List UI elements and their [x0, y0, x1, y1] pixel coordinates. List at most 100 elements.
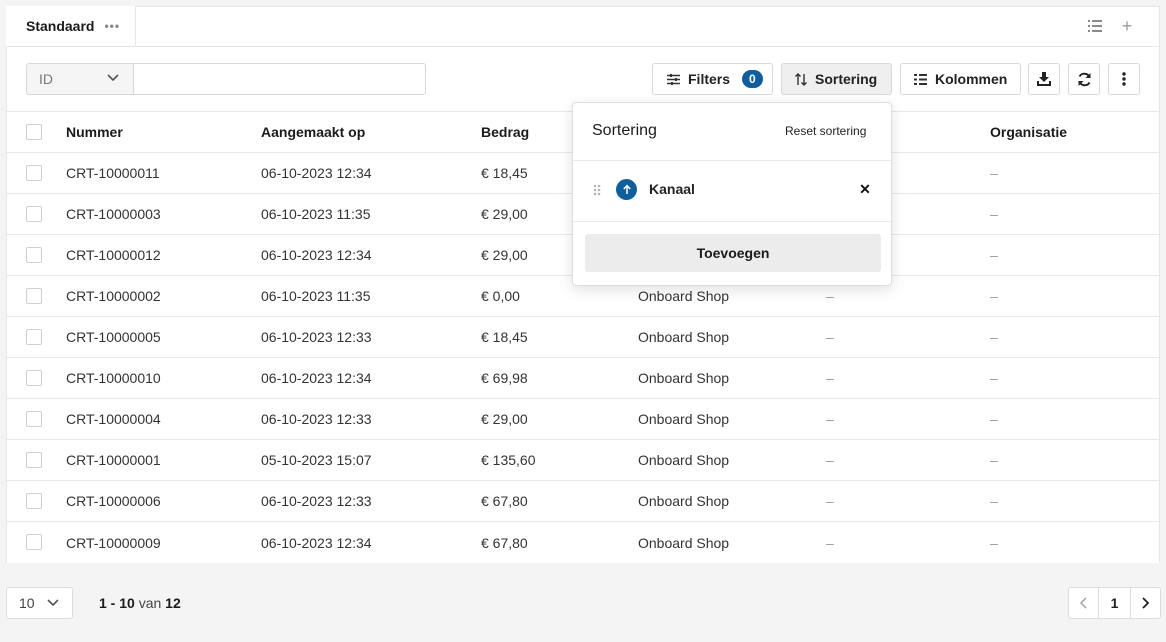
- close-icon[interactable]: ✕: [858, 180, 872, 198]
- sort-rule-label: Kanaal: [649, 181, 695, 197]
- cell-created: 06-10-2023 12:34: [261, 165, 372, 181]
- table-row[interactable]: CRT-10000005 06-10-2023 12:33 € 18,45 On…: [7, 317, 1159, 358]
- cell-created: 06-10-2023 12:33: [261, 411, 372, 427]
- download-button[interactable]: [1028, 63, 1060, 95]
- plus-icon[interactable]: +: [1118, 16, 1136, 36]
- cell-amount: € 67,80: [481, 493, 528, 509]
- cell-amount: € 0,00: [481, 288, 520, 304]
- table-row[interactable]: CRT-10000009 06-10-2023 12:34 € 67,80 On…: [7, 522, 1159, 563]
- cell-organisation: –: [990, 206, 998, 222]
- row-checkbox[interactable]: [26, 329, 42, 345]
- cell-amount: € 18,45: [481, 329, 528, 345]
- cell-created: 06-10-2023 11:35: [261, 288, 371, 304]
- refresh-icon: [1077, 72, 1092, 87]
- header-created[interactable]: Aangemaakt op: [261, 112, 365, 152]
- tab-standaard[interactable]: Standaard •••: [6, 6, 136, 46]
- tab-more-icon[interactable]: •••: [104, 19, 120, 33]
- table-row[interactable]: CRT-10000006 06-10-2023 12:33 € 67,80 On…: [7, 481, 1159, 522]
- reset-sort-link[interactable]: Reset sortering: [785, 124, 866, 138]
- cell-number: CRT-10000005: [66, 329, 161, 345]
- cell-number: CRT-10000002: [66, 288, 161, 304]
- cell-organisation: –: [990, 329, 998, 345]
- arrow-up-icon[interactable]: [616, 179, 637, 200]
- cell-channel: Onboard Shop: [638, 534, 730, 551]
- cell-organisation: –: [990, 288, 998, 304]
- cell-organisation: –: [990, 370, 998, 386]
- select-all-checkbox[interactable]: [26, 124, 42, 140]
- cell-number: CRT-10000011: [66, 165, 160, 181]
- cell-created: 06-10-2023 11:35: [261, 206, 371, 222]
- row-checkbox[interactable]: [26, 411, 42, 427]
- divider: [573, 221, 891, 222]
- table-row[interactable]: CRT-10000010 06-10-2023 12:34 € 69,98 On…: [7, 358, 1159, 399]
- range-start-end: 1 - 10: [99, 595, 135, 611]
- chevron-left-icon[interactable]: [1069, 588, 1099, 618]
- row-checkbox[interactable]: [26, 370, 42, 386]
- header-organisation[interactable]: Organisatie: [990, 112, 1067, 152]
- refresh-button[interactable]: [1068, 63, 1100, 95]
- cell-empty: –: [826, 452, 834, 468]
- cell-created: 06-10-2023 12:33: [261, 493, 372, 509]
- cell-amount: € 29,00: [481, 206, 528, 222]
- cell-channel: Onboard Shop: [638, 411, 730, 427]
- filter-icon: [667, 73, 680, 85]
- cell-empty: –: [826, 329, 834, 345]
- cell-number: CRT-10000004: [66, 411, 161, 427]
- header-amount[interactable]: Bedrag: [481, 112, 529, 152]
- range-total: 12: [165, 595, 181, 611]
- pagination-range: 1 - 10 van 12: [99, 595, 181, 611]
- tab-label: Standaard: [26, 18, 95, 34]
- cell-created: 06-10-2023 12:34: [261, 247, 372, 263]
- vertical-dots-icon: [1122, 72, 1126, 86]
- row-checkbox[interactable]: [26, 534, 42, 550]
- search-input[interactable]: [133, 63, 426, 95]
- cell-amount: € 29,00: [481, 247, 528, 263]
- cell-empty: –: [826, 370, 834, 386]
- more-options-button[interactable]: [1108, 63, 1140, 95]
- sort-popover-title: Sortering: [592, 122, 657, 139]
- add-sort-button[interactable]: Toevoegen: [585, 234, 881, 272]
- cell-channel: Onboard Shop: [638, 370, 730, 386]
- chevron-right-icon[interactable]: [1131, 588, 1160, 618]
- cell-created: 06-10-2023 12:33: [261, 329, 372, 345]
- row-checkbox[interactable]: [26, 493, 42, 509]
- cell-channel: Onboard Shop: [638, 329, 730, 345]
- row-checkbox[interactable]: [26, 247, 42, 263]
- cell-created: 05-10-2023 15:07: [261, 452, 372, 468]
- filters-label: Filters: [688, 71, 731, 87]
- cell-organisation: –: [990, 165, 998, 181]
- chevron-down-icon: [46, 595, 60, 611]
- cell-amount: € 67,80: [481, 534, 528, 551]
- list-icon[interactable]: [1086, 18, 1104, 34]
- columns-label: Kolommen: [935, 71, 1008, 87]
- row-checkbox[interactable]: [26, 452, 42, 468]
- drag-handle-icon[interactable]: [592, 183, 602, 197]
- download-icon: [1037, 72, 1051, 86]
- cell-number: CRT-10000001: [66, 452, 161, 468]
- sort-rule-item: Kanaal ✕: [573, 161, 891, 221]
- row-checkbox[interactable]: [26, 165, 42, 181]
- table-row[interactable]: CRT-10000004 06-10-2023 12:33 € 29,00 On…: [7, 399, 1159, 440]
- current-page-button[interactable]: 1: [1099, 588, 1131, 618]
- cell-channel: Onboard Shop: [638, 452, 730, 468]
- columns-button[interactable]: Kolommen: [900, 63, 1021, 95]
- cell-organisation: –: [990, 411, 998, 427]
- cell-number: CRT-10000010: [66, 370, 161, 386]
- row-checkbox[interactable]: [26, 206, 42, 222]
- cell-amount: € 69,98: [481, 370, 528, 386]
- cell-amount: € 29,00: [481, 411, 528, 427]
- page-size-select[interactable]: 10: [6, 587, 73, 619]
- pagination: 1: [1068, 587, 1161, 619]
- cell-amount: € 18,45: [481, 165, 528, 181]
- cell-number: CRT-10000009: [66, 534, 161, 551]
- chevron-down-icon: [106, 70, 120, 86]
- search-field-value: ID: [39, 71, 53, 87]
- header-number[interactable]: Nummer: [66, 112, 123, 152]
- view-tab-bar: [6, 6, 1160, 46]
- row-checkbox[interactable]: [26, 288, 42, 304]
- sort-button[interactable]: Sortering: [781, 63, 892, 95]
- table-row[interactable]: CRT-10000001 05-10-2023 15:07 € 135,60 O…: [7, 440, 1159, 481]
- filters-button[interactable]: Filters 0: [652, 63, 773, 95]
- cell-number: CRT-10000003: [66, 206, 161, 222]
- cell-amount: € 135,60: [481, 452, 536, 468]
